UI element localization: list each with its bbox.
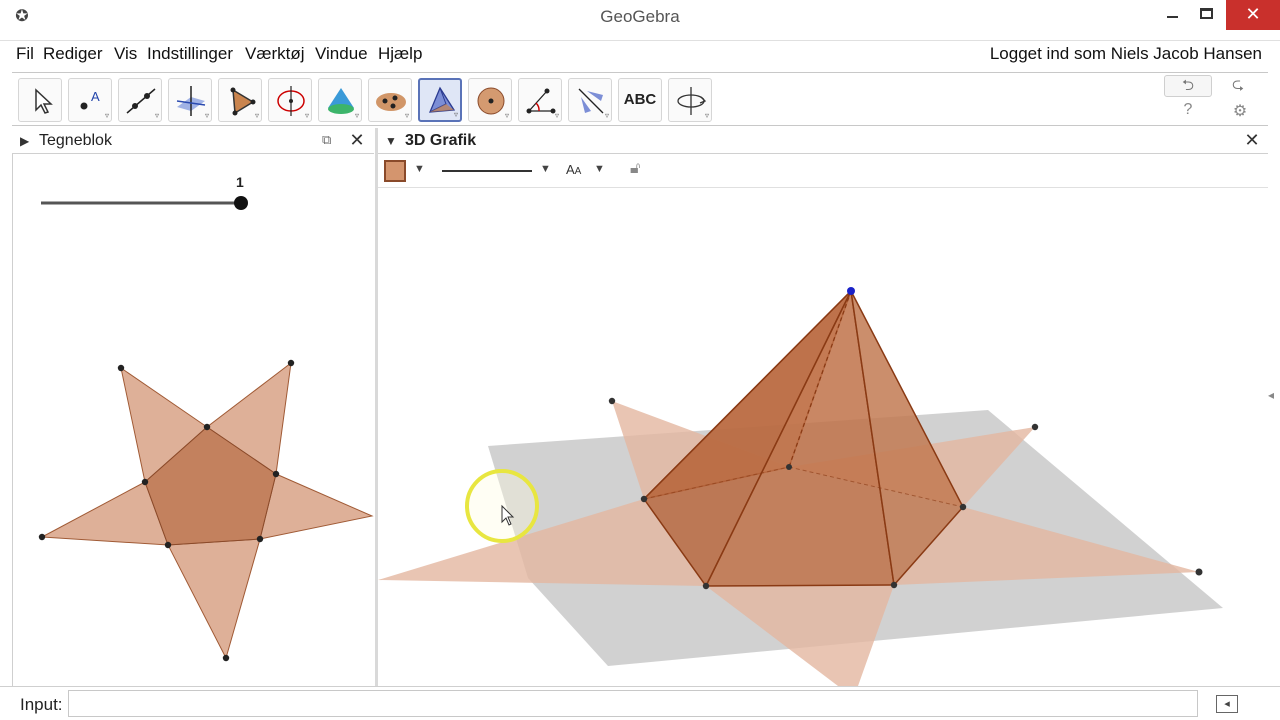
menu-vis[interactable]: Vis [114,44,137,64]
line-tool-icon [126,88,156,114]
redo-button[interactable]: ⮎ [1218,75,1258,97]
net-triangle-right [259,473,374,540]
close-graphics-view-icon[interactable]: ✕ [347,131,367,151]
move-tool-icon [35,88,53,114]
undo-button[interactable]: ⮌ [1164,75,1212,97]
point-tool[interactable]: A ▿ [68,78,112,122]
menu-fil[interactable]: Fil [16,44,34,64]
graphics-canvas[interactable]: 1 [13,154,375,686]
plane-tool[interactable]: ▿ [368,78,412,122]
polygon-tool[interactable]: ▿ [218,78,262,122]
help-icon[interactable]: ? [1178,101,1198,121]
label-style-icon[interactable]: AA [566,162,581,177]
input-field[interactable] [68,690,1198,717]
reflect-tool-icon [578,88,604,114]
angle-tool-icon [526,88,556,114]
undock-icon[interactable]: ⧉ [322,132,331,148]
input-help-icon[interactable]: ◂ [1216,695,1238,713]
menu-rediger[interactable]: Rediger [43,44,103,64]
graphics-view[interactable]: 1 [12,154,374,686]
input-label: Input: [20,695,63,714]
menu-bar: Fil Rediger Vis Indstillinger Værktøj Vi… [0,40,1280,68]
toolbar: A ▿ ▿ ▿ ▿ ▿ ▿ ▿ ▿ ▿ ▿ ▿ ABC ▿ ⮌ ⮎ ? ⚙ [12,72,1268,126]
maximize-button[interactable] [1186,0,1226,30]
line-style-button[interactable] [442,170,532,172]
angle-tool[interactable]: ▿ [518,78,562,122]
polygon-tool-icon [230,87,256,116]
circle-tool-icon [277,86,305,116]
sphere-tool-icon [477,87,505,115]
login-status[interactable]: Logget ind som Niels Jacob Hansen [990,44,1262,64]
reflect-tool[interactable]: ▿ [568,78,612,122]
menu-vindue[interactable]: Vindue [315,44,368,64]
plane-tool-icon [376,93,406,111]
sphere-tool[interactable]: ▿ [468,78,512,122]
slider-value: 1 [236,174,244,190]
3d-view-title: 3D Grafik [405,132,477,149]
cone-tool[interactable]: ▿ [318,78,362,122]
close-window-button[interactable]: ✕ [1226,0,1280,30]
slider-handle[interactable] [234,196,248,210]
svg-text:A: A [91,89,100,104]
style-bar: ▼ ▼ AA ▼ 🔓︎ [378,154,1268,188]
line-tool[interactable]: ▿ [118,78,162,122]
menu-hjaelp[interactable]: Hjælp [378,44,422,64]
graphics-view-title: Tegneblok [39,132,112,149]
undo-icon: ⮌ [1181,77,1194,94]
pyramid-tool[interactable]: ▿ [418,78,462,122]
window-title: GeoGebra [600,7,680,26]
unlock-icon[interactable]: 🔓︎ [630,160,640,178]
apex-point[interactable] [847,287,855,295]
chevron-down-icon[interactable]: ▼ [594,163,605,175]
3d-view[interactable] [378,188,1268,686]
settings-gear-icon[interactable]: ⚙ [1230,101,1250,121]
3d-view-header: ▼ 3D Grafik ✕ [378,128,1268,154]
collapse-triangle-icon[interactable]: ▶ [20,134,29,148]
move-tool[interactable] [18,78,62,122]
geogebra-window: ✪ GeoGebra ✕ Fil Rediger Vis Indstilling… [0,0,1280,720]
perpendicular-tool[interactable]: ▿ [168,78,212,122]
chevron-down-icon[interactable]: ▼ [540,163,551,175]
graphics-view-header: ▶ Tegneblok ⧉ ✕ [12,128,374,154]
rotate-view-tool-icon [677,87,707,115]
net-triangle-bottom [167,538,261,660]
circle-tool[interactable]: ▿ [268,78,312,122]
chevron-down-icon[interactable]: ▼ [414,163,425,175]
title-bar: ✪ GeoGebra ✕ [0,0,1280,34]
side-panel-handle-icon[interactable]: ◂ [1268,388,1274,402]
point-tool-icon: A [80,89,100,110]
menu-vaerktoj[interactable]: Værktøj [245,44,305,64]
collapse-triangle-icon[interactable]: ▼ [385,134,397,148]
perpendicular-tool-icon [176,86,206,116]
rotate-view-tool[interactable]: ▿ [668,78,712,122]
text-tool-icon: ABC [623,91,657,108]
menu-indstillinger[interactable]: Indstillinger [147,44,233,64]
close-3d-view-icon[interactable]: ✕ [1242,131,1262,151]
color-swatch-button[interactable] [384,160,406,182]
redo-icon: ⮎ [1231,76,1244,93]
3d-canvas[interactable] [378,188,1268,686]
cone-tool-icon [328,88,354,114]
text-tool[interactable]: ABC [618,78,662,122]
input-bar: Input: ◂ [0,686,1280,720]
